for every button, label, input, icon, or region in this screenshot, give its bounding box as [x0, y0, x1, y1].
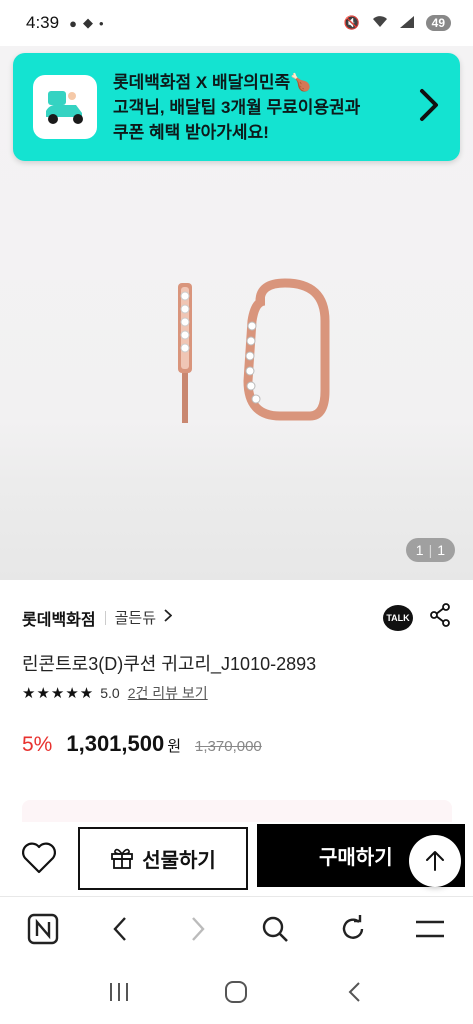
message-icon: ● — [69, 15, 77, 31]
scroll-top-button[interactable] — [409, 835, 461, 887]
menu-button[interactable] — [408, 907, 452, 951]
sale-price: 1,301,500 — [66, 731, 165, 756]
gift-button-label: 선물하기 — [142, 849, 216, 872]
chevron-right-icon — [191, 916, 205, 941]
browser-nav-bar — [0, 896, 473, 960]
coupon-strip — [22, 800, 452, 822]
star-rating-icon: ★★★★★ — [22, 685, 95, 702]
search-icon — [263, 916, 289, 942]
image-pager-current: 1 — [415, 542, 424, 558]
gift-icon — [111, 848, 134, 869]
gift-button[interactable]: 선물하기 — [78, 826, 248, 890]
price-row: 5% 1,301,500 원 1,370,000 — [22, 731, 262, 757]
banner-line-1: 롯데백화점 X 배달의민족🍗 — [113, 72, 312, 92]
home-button[interactable] — [214, 970, 258, 1014]
seller-divider — [104, 610, 106, 625]
talk-chat-icon[interactable]: TALK — [383, 604, 413, 631]
mute-icon: 🔇 — [343, 15, 360, 30]
wifi-icon — [372, 15, 388, 31]
purchase-action-bar: 선물하기 구매하기 — [0, 822, 473, 894]
back-button[interactable] — [98, 907, 142, 951]
chevron-left-icon — [113, 916, 127, 941]
refresh-button[interactable] — [331, 907, 375, 951]
system-back-button[interactable] — [332, 970, 376, 1014]
download-icon: • — [98, 15, 104, 31]
banner-line-2: 고객님, 배달팁 3개월 무료이용권과 — [113, 97, 361, 117]
refresh-icon — [342, 914, 363, 939]
promo-banner[interactable]: 롯데백화점 X 배달의민족🍗 고객님, 배달팁 3개월 무료이용권과 쿠폰 혜택… — [13, 53, 460, 161]
status-time: 4:39 — [26, 13, 60, 32]
naver-home-button[interactable] — [21, 907, 65, 951]
brand-link[interactable]: 골든듀 — [115, 607, 156, 628]
discount-rate: 5% — [22, 733, 53, 756]
chevron-right-icon[interactable] — [164, 609, 173, 626]
banner-line-3: 쿠폰 혜택 받아가세요! — [113, 122, 269, 142]
earring-image — [178, 278, 330, 423]
product-title: 린콘트로3(D)쿠션 귀고리_J1010-2893 — [22, 654, 317, 674]
status-bar: 4:39 ● ◆ • 🔇 49 — [0, 0, 473, 46]
search-button[interactable] — [253, 907, 297, 951]
seller-name[interactable]: 롯데백화점 — [22, 606, 96, 630]
banner-text: 롯데백화점 X 배달의민족🍗 고객님, 배달팁 3개월 무료이용권과 쿠폰 혜택… — [113, 70, 360, 145]
share-icon[interactable] — [429, 603, 451, 632]
image-pager-total: 1 — [437, 542, 445, 558]
wishlist-button[interactable] — [20, 839, 58, 877]
seller-actions: TALK — [383, 603, 451, 632]
system-nav-bar — [0, 960, 473, 1024]
system-back-icon — [348, 982, 360, 1002]
rating-value: 5.0 — [100, 685, 120, 701]
notification-icon: ◆ — [82, 15, 93, 30]
image-pager-separator: | — [428, 542, 433, 558]
seller-row: 롯데백화점 골든듀 TALK — [22, 603, 451, 632]
review-link[interactable]: 2건 리뷰 보기 — [128, 683, 208, 703]
forward-button[interactable] — [176, 907, 220, 951]
arrow-up-icon — [426, 851, 444, 871]
original-price: 1,370,000 — [195, 738, 262, 755]
hamburger-menu-icon — [416, 920, 445, 937]
heart-icon — [22, 842, 56, 874]
chevron-right-icon[interactable] — [418, 88, 440, 127]
battery-indicator: 49 — [425, 15, 451, 31]
currency-unit: 원 — [167, 738, 182, 755]
rating-row: ★★★★★ 5.0 2건 리뷰 보기 — [22, 683, 208, 703]
home-icon — [225, 981, 248, 1003]
signal-icon — [399, 15, 414, 31]
naver-n-icon — [27, 913, 58, 944]
status-right: 🔇 49 — [343, 15, 451, 31]
recent-apps-icon — [109, 983, 128, 1001]
delivery-scooter-icon — [33, 75, 97, 139]
recent-apps-button[interactable] — [97, 970, 141, 1014]
image-pager: 1 | 1 — [405, 538, 455, 562]
